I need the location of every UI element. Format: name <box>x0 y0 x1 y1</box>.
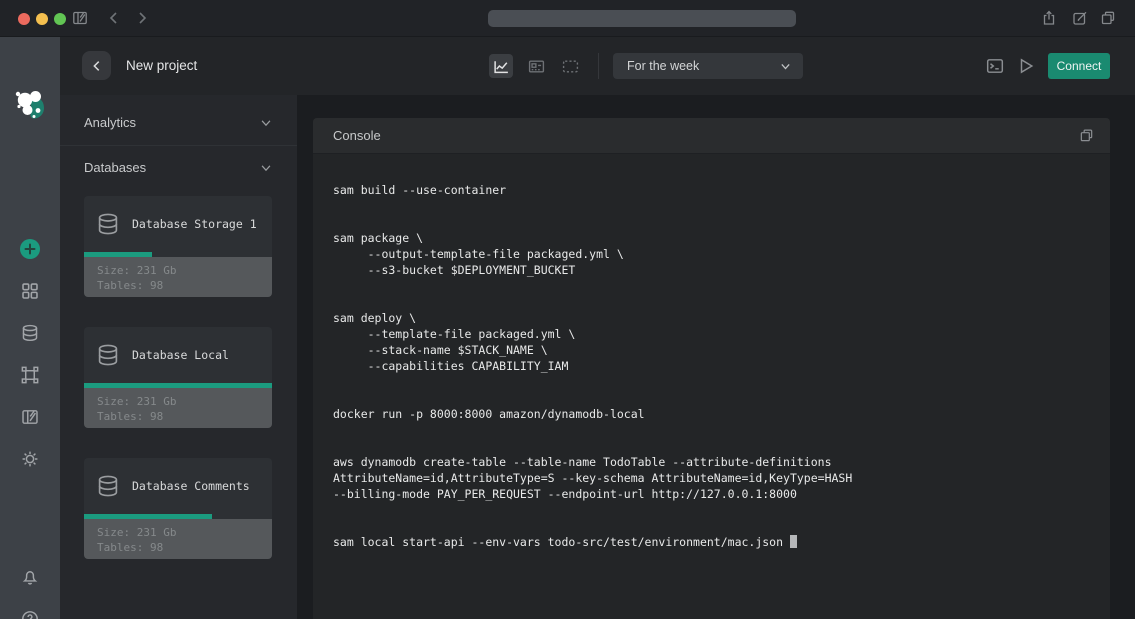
console-title: Console <box>333 118 381 154</box>
apps-grid-icon[interactable] <box>21 282 39 300</box>
database-card-header: Database Comments <box>84 458 272 514</box>
header-divider <box>598 53 599 79</box>
database-size-label: Size: 231 Gb <box>97 394 272 409</box>
sidebar-toggle-icon[interactable] <box>72 10 88 26</box>
page-title: New project <box>126 37 197 95</box>
nav-forward-icon[interactable] <box>134 10 150 26</box>
connect-button[interactable]: Connect <box>1048 53 1110 79</box>
database-card-header: Database Storage 1 <box>84 196 272 252</box>
period-dropdown[interactable]: For the week <box>613 53 803 79</box>
database-card-stats: Size: 231 Gb Tables: 98 <box>84 388 272 428</box>
database-card[interactable]: Database Storage 1 Size: 231 Gb Tables: … <box>84 196 272 297</box>
icon-rail <box>0 37 60 619</box>
notifications-icon[interactable] <box>21 568 39 586</box>
share-icon[interactable] <box>1041 10 1057 26</box>
period-dropdown-value: For the week <box>627 53 699 79</box>
section-analytics[interactable]: Analytics <box>60 109 297 137</box>
panel-divider <box>60 145 297 146</box>
database-icon <box>96 343 120 367</box>
database-card-title: Database Local <box>132 348 229 362</box>
database-tables-label: Tables: 98 <box>97 540 272 555</box>
terminal-icon[interactable] <box>986 57 1004 75</box>
section-databases[interactable]: Databases <box>60 154 297 182</box>
console-header: Console <box>313 118 1110 154</box>
chevron-down-icon <box>259 161 273 175</box>
add-icon[interactable] <box>19 238 41 260</box>
copy-windows-icon[interactable] <box>1100 10 1116 26</box>
database-card-header: Database Local <box>84 327 272 383</box>
console-output: sam build --use-container sam package \ … <box>333 183 852 549</box>
database-card-stats: Size: 231 Gb Tables: 98 <box>84 519 272 559</box>
console-cursor <box>790 535 797 548</box>
frame-view-button[interactable] <box>562 58 579 75</box>
database-icon <box>96 474 120 498</box>
chevron-down-icon <box>779 60 792 73</box>
close-window-button[interactable] <box>18 13 30 25</box>
app-logo-icon[interactable] <box>11 86 49 124</box>
help-icon[interactable] <box>21 610 39 619</box>
chevron-down-icon <box>259 116 273 130</box>
chart-view-button[interactable] <box>489 54 513 78</box>
copy-icon[interactable] <box>1079 128 1094 143</box>
nav-back-icon[interactable] <box>106 10 122 26</box>
database-card-title: Database Comments <box>132 479 250 493</box>
database-tables-label: Tables: 98 <box>97 409 272 424</box>
zoom-window-button[interactable] <box>54 13 66 25</box>
console-output-area[interactable]: sam build --use-container sam package \ … <box>313 154 1110 619</box>
database-card-stats: Size: 231 Gb Tables: 98 <box>84 257 272 297</box>
database-cards-list: Database Storage 1 Size: 231 Gb Tables: … <box>84 196 272 589</box>
window-titlebar <box>0 0 1135 37</box>
console-panel: Console sam build --use-container sam pa… <box>313 118 1110 619</box>
frame-icon[interactable] <box>21 366 39 384</box>
address-bar[interactable] <box>488 10 796 27</box>
sidebar-panel: Analytics Databases Database Storage 1 S… <box>60 95 297 619</box>
database-icon <box>96 212 120 236</box>
project-header: New project For the week Connect <box>60 37 1135 95</box>
minimize-window-button[interactable] <box>36 13 48 25</box>
section-databases-label: Databases <box>84 154 146 182</box>
docs-icon[interactable] <box>21 408 39 426</box>
database-size-label: Size: 231 Gb <box>97 263 272 278</box>
run-icon[interactable] <box>1017 57 1035 75</box>
card-view-button[interactable] <box>528 58 545 75</box>
database-card[interactable]: Database Local Size: 231 Gb Tables: 98 <box>84 327 272 428</box>
database-card-title: Database Storage 1 <box>132 217 257 231</box>
compose-icon[interactable] <box>1072 10 1088 26</box>
database-icon[interactable] <box>21 324 39 342</box>
database-size-label: Size: 231 Gb <box>97 525 272 540</box>
back-button[interactable] <box>82 51 111 80</box>
section-analytics-label: Analytics <box>84 109 136 137</box>
settings-icon[interactable] <box>21 450 39 468</box>
database-card[interactable]: Database Comments Size: 231 Gb Tables: 9… <box>84 458 272 559</box>
database-tables-label: Tables: 98 <box>97 278 272 293</box>
